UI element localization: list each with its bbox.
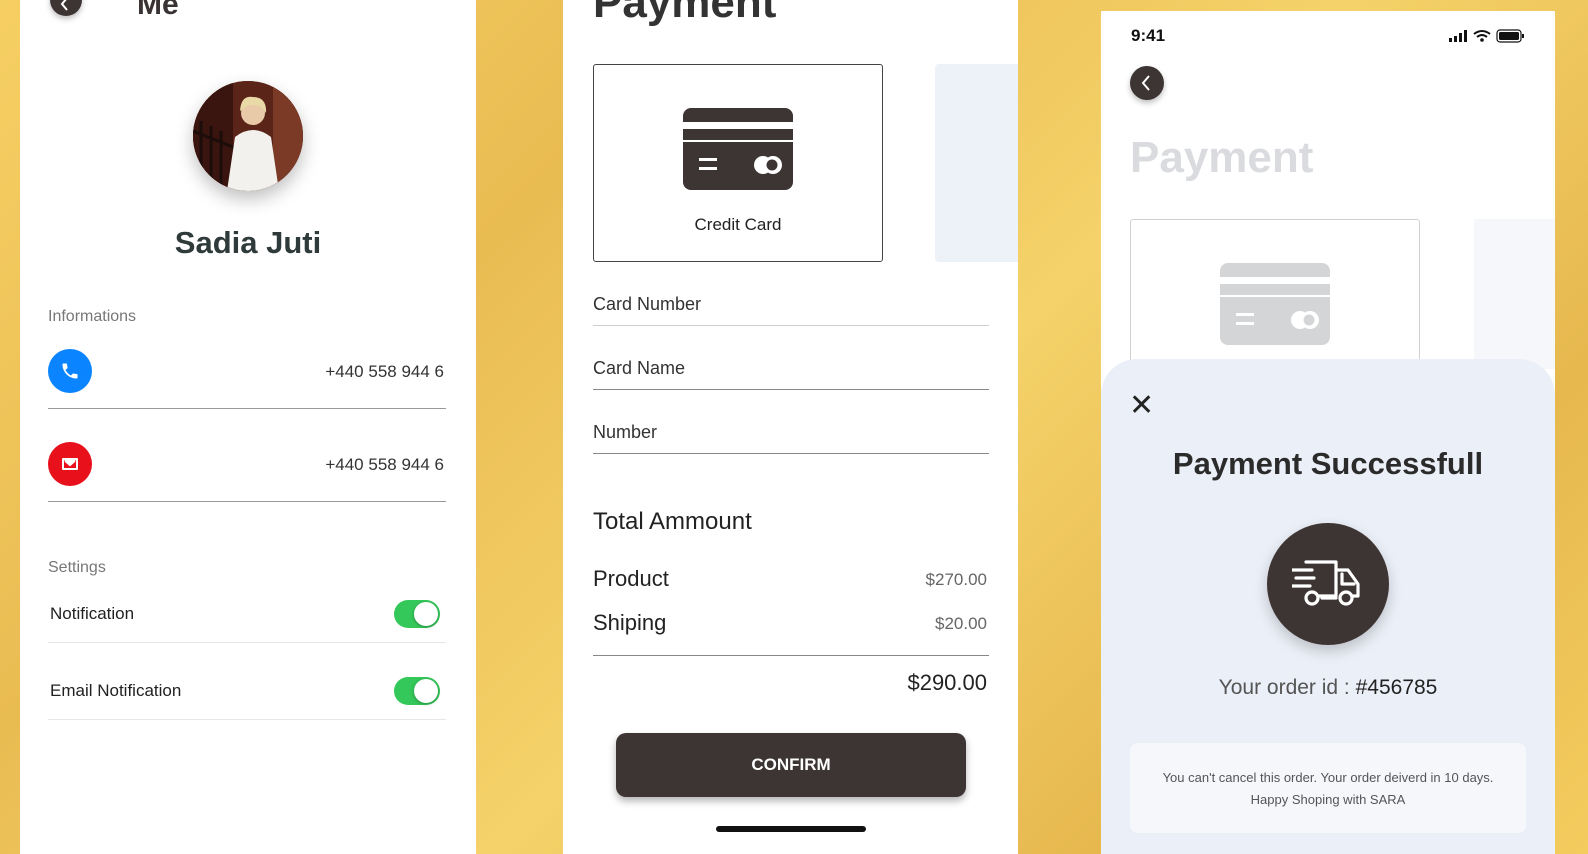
alternate-payment-option bbox=[1474, 219, 1555, 369]
chevron-left-icon bbox=[1141, 75, 1150, 91]
alternate-payment-option[interactable] bbox=[935, 64, 1018, 262]
order-id-text: Your order id : #456785 bbox=[1101, 676, 1555, 700]
profile-screen: Me Sadia Juti Informations +440 558 944 … bbox=[20, 0, 476, 854]
page-title: Payment bbox=[1130, 133, 1314, 182]
toggle-knob bbox=[414, 602, 438, 626]
setting-label: Notification bbox=[50, 604, 135, 623]
number-placeholder: Number bbox=[593, 422, 658, 442]
avatar-photo bbox=[193, 81, 303, 191]
phone-icon bbox=[48, 349, 92, 393]
credit-card-option[interactable]: Credit Card bbox=[593, 64, 883, 262]
setting-email-notification: Email Notification bbox=[48, 662, 446, 720]
delivery-truck-icon bbox=[1267, 523, 1389, 645]
card-name-field[interactable]: Card Name bbox=[593, 350, 989, 390]
email-row[interactable]: +440 558 944 6 bbox=[48, 442, 446, 502]
toggle-knob bbox=[414, 679, 438, 703]
line-amount: $20.00 bbox=[935, 614, 987, 633]
signal-icon bbox=[1449, 30, 1467, 42]
email-value: +440 558 944 6 bbox=[325, 455, 444, 474]
order-id-label: Your order id : bbox=[1218, 676, 1350, 699]
line-label: Product bbox=[593, 566, 669, 591]
phone-value: +440 558 944 6 bbox=[325, 362, 444, 381]
divider bbox=[593, 655, 989, 656]
payment-screen: Payment Credit Card Card Number Card Nam… bbox=[563, 0, 1018, 854]
success-heading: Payment Successfull bbox=[1172, 446, 1484, 481]
phone-row[interactable]: +440 558 944 6 bbox=[48, 349, 446, 409]
page-title: Payment bbox=[593, 0, 777, 27]
card-number-placeholder: Card Number bbox=[593, 294, 702, 314]
card-name-placeholder: Card Name bbox=[593, 358, 686, 378]
informations-heading: Informations bbox=[48, 308, 137, 325]
wifi-icon bbox=[1473, 30, 1491, 38]
battery-icon bbox=[1496, 29, 1524, 43]
order-note: You can't cancel this order. Your order … bbox=[1130, 743, 1526, 833]
settings-heading: Settings bbox=[48, 559, 106, 576]
line-label: Shiping bbox=[593, 610, 667, 635]
close-icon[interactable]: ✕ bbox=[1129, 391, 1154, 421]
status-time: 9:41 bbox=[1131, 26, 1166, 45]
order-id-value: #456785 bbox=[1355, 676, 1438, 699]
shipping-line: Shiping $20.00 bbox=[593, 610, 989, 640]
email-notification-toggle[interactable] bbox=[394, 677, 440, 705]
back-button[interactable] bbox=[50, 0, 82, 16]
credit-card-icon bbox=[1220, 263, 1330, 345]
page-title: Me bbox=[137, 0, 179, 21]
chevron-left-icon bbox=[60, 0, 68, 11]
notification-toggle[interactable] bbox=[394, 600, 440, 628]
status-icons bbox=[1449, 29, 1525, 48]
card-number-field[interactable]: Card Number bbox=[593, 286, 989, 326]
user-name: Sadia Juti bbox=[174, 225, 322, 260]
number-field[interactable]: Number bbox=[593, 414, 989, 454]
home-indicator[interactable] bbox=[716, 826, 866, 832]
back-button[interactable] bbox=[1130, 66, 1164, 100]
payment-method-label: Credit Card bbox=[694, 215, 782, 234]
success-sheet: ✕ Payment Successfull Your order id : #4… bbox=[1101, 359, 1555, 854]
setting-notification: Notification bbox=[48, 585, 446, 643]
total-heading: Total Ammount bbox=[593, 508, 752, 535]
avatar bbox=[193, 81, 303, 191]
setting-label: Email Notification bbox=[50, 681, 182, 700]
payment-success-screen: 9:41 Payment ✕ Payment Successfull Your … bbox=[1101, 11, 1555, 854]
confirm-button[interactable]: CONFIRM bbox=[616, 733, 966, 797]
total-amount: $290.00 bbox=[907, 670, 987, 695]
line-amount: $270.00 bbox=[925, 570, 987, 589]
mail-icon bbox=[48, 442, 92, 486]
credit-card-icon bbox=[683, 108, 793, 190]
product-line: Product $270.00 bbox=[593, 566, 989, 596]
